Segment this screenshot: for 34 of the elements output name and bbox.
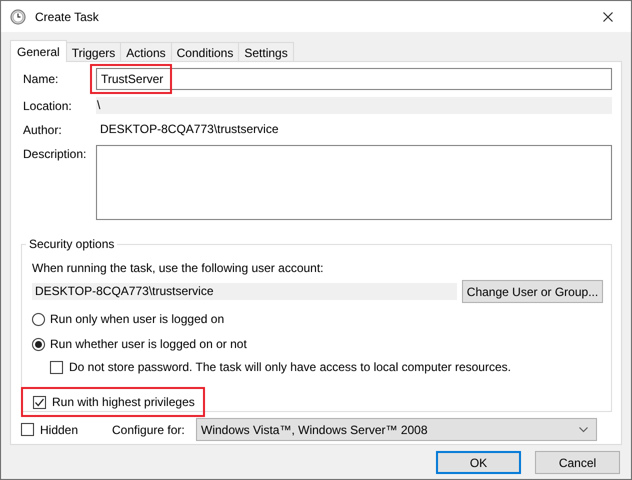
tab[interactable]: Triggers — [66, 42, 122, 62]
option-label: Run with highest privileges — [52, 395, 195, 409]
group-title: Security options — [26, 237, 118, 251]
configure-dropdown[interactable]: Windows Vista™, Windows Server™ 2008 — [196, 418, 597, 441]
checkmark-icon — [34, 396, 45, 408]
field-label: Author: — [22, 122, 63, 136]
ok-button[interactable]: OK — [436, 451, 521, 474]
account-value: DESKTOP-8CQA773\trustservice — [32, 283, 457, 300]
option-label: Run only when user is logged on — [50, 312, 224, 326]
window-title: Create Task — [35, 10, 99, 24]
account-prompt: When running the task, use the following user account: — [32, 261, 325, 275]
clock-icon — [10, 8, 26, 24]
author-value: DESKTOP-8CQA773\trustservice — [99, 121, 280, 138]
tab[interactable]: Settings — [238, 42, 294, 62]
checkbox[interactable] — [33, 396, 46, 408]
checkbox[interactable] — [21, 423, 34, 436]
field-label: Name: — [22, 72, 60, 86]
option-label: Run whether user is logged on or not — [50, 337, 247, 351]
radio-button[interactable] — [32, 312, 45, 326]
hidden-label: Hidden — [40, 422, 80, 436]
cancel-button[interactable]: Cancel — [535, 451, 620, 474]
change-user-button[interactable]: Change User or Group... — [462, 280, 603, 303]
tab[interactable]: General — [10, 40, 67, 62]
location-value: \ — [96, 97, 612, 114]
chevron-down-icon — [579, 426, 588, 432]
close-icon — [603, 12, 613, 22]
field-label: Description: — [22, 146, 88, 161]
description-field[interactable] — [96, 145, 612, 220]
name-field[interactable]: TrustServer — [96, 68, 612, 90]
configure-label: Configure for: — [112, 422, 186, 436]
option-label: Do not store password. The task will only have access to local computer resources. — [69, 360, 511, 374]
radio-button[interactable] — [32, 338, 45, 350]
checkbox[interactable] — [50, 360, 63, 374]
field-label: Location: — [22, 98, 73, 112]
